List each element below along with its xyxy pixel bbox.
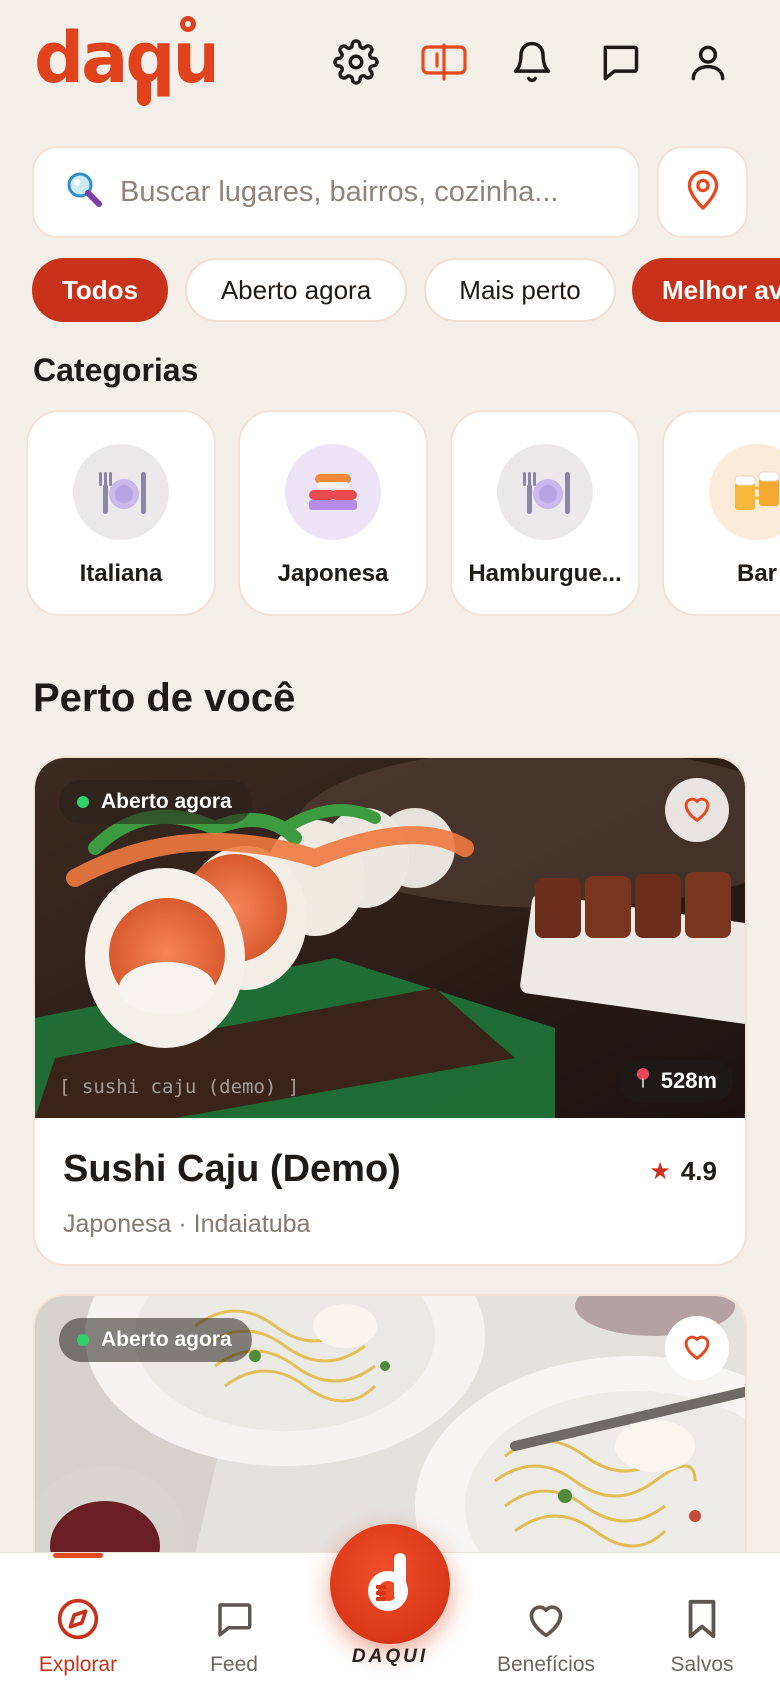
categories-title: Categorias <box>33 352 199 388</box>
restaurant-photo: Aberto agora <box>35 1296 745 1552</box>
bookmark-icon <box>684 1597 720 1641</box>
heart-icon <box>524 1597 568 1641</box>
category-label: Italiana <box>79 560 163 587</box>
filter-chips: Todos Aberto agora Mais perto Melhor av <box>0 258 780 324</box>
gear-icon <box>333 38 379 90</box>
search-icon <box>64 170 104 215</box>
nav-label: Feed <box>210 1653 258 1676</box>
messages-button[interactable] <box>592 36 648 92</box>
chip-melhor-avaliados[interactable]: Melhor av <box>632 258 780 322</box>
category-card-hamburguer[interactable]: Hamburgue... <box>450 410 640 616</box>
pin-icon <box>635 1067 651 1095</box>
profile-button[interactable] <box>680 36 736 92</box>
distance-badge: 528m <box>618 1060 733 1102</box>
favorite-button[interactable] <box>665 1316 729 1380</box>
nav-label: Salvos <box>670 1653 734 1676</box>
open-now-label: Aberto agora <box>101 1328 232 1351</box>
daqui-center-label: DAQUI <box>351 1646 429 1667</box>
rating: ★ 4.9 <box>649 1156 717 1187</box>
plate-cutlery-icon <box>73 444 169 540</box>
heart-icon <box>680 1331 714 1366</box>
nav-label: Benefícios <box>496 1653 596 1676</box>
location-pin-icon <box>685 169 721 216</box>
open-now-label: Aberto agora <box>101 790 232 813</box>
category-card-italiana[interactable]: Italiana <box>26 410 216 616</box>
favorite-button[interactable] <box>665 778 729 842</box>
chip-mais-perto[interactable]: Mais perto <box>424 258 616 322</box>
open-now-badge: Aberto agora <box>59 780 252 824</box>
bell-icon <box>510 40 554 89</box>
plate-cutlery-icon <box>497 444 593 540</box>
restaurant-card[interactable]: Aberto agora [ sushi caju (demo) ] 528m … <box>33 756 747 1266</box>
search-input[interactable] <box>120 175 600 209</box>
nav-beneficios[interactable]: Benefícios <box>481 1553 611 1688</box>
category-card-japonesa[interactable]: Japonesa <box>238 410 428 616</box>
chat-icon <box>213 1597 255 1641</box>
open-status-dot <box>77 1334 89 1346</box>
active-tab-indicator <box>53 1553 103 1558</box>
rating-value: 4.9 <box>680 1156 717 1186</box>
notifications-button[interactable] <box>504 36 560 92</box>
daqui-logo-icon <box>366 1551 414 1618</box>
categories-row: Italiana Japonesa Hamburgue... Bar <box>0 410 780 620</box>
nav-salvos[interactable]: Salvos <box>637 1553 767 1688</box>
category-label: Japonesa <box>277 560 389 587</box>
category-label: Hamburgue... <box>468 560 622 587</box>
compass-icon <box>56 1597 100 1641</box>
category-label: Bar <box>736 560 778 587</box>
app-header: daqui <box>0 0 780 130</box>
user-icon <box>686 40 730 89</box>
heart-icon <box>680 793 714 828</box>
photo-caption: [ sushi caju (demo) ] <box>59 1076 300 1098</box>
settings-button[interactable] <box>328 36 384 92</box>
search-row <box>32 146 748 238</box>
daqui-center-button[interactable] <box>330 1524 450 1644</box>
nav-label: Explorar <box>38 1653 118 1676</box>
restaurant-photo: Aberto agora [ sushi caju (demo) ] 528m <box>35 758 745 1118</box>
restaurant-card[interactable]: Aberto agora <box>33 1294 747 1552</box>
daqui-logo[interactable]: daqui <box>34 12 243 112</box>
category-card-bar[interactable]: Bar <box>662 410 780 616</box>
open-now-badge: Aberto agora <box>59 1318 252 1362</box>
open-status-dot <box>77 796 89 808</box>
star-icon: ★ <box>649 1158 671 1185</box>
chip-todos[interactable]: Todos <box>32 258 168 322</box>
chip-aberto-agora[interactable]: Aberto agora <box>185 258 407 322</box>
sushi-icon <box>285 444 381 540</box>
nearby-title: Perto de você <box>33 676 296 720</box>
map-icon <box>420 42 468 87</box>
distance-value: 528m <box>660 1068 717 1093</box>
nav-explorar[interactable]: Explorar <box>13 1553 143 1688</box>
nav-feed[interactable]: Feed <box>169 1553 299 1688</box>
restaurant-subtitle: Japonesa · Indaiatuba <box>63 1210 311 1238</box>
location-button[interactable] <box>657 146 748 238</box>
chat-icon <box>598 40 642 89</box>
restaurant-name: Sushi Caju (Demo) <box>63 1148 401 1190</box>
map-button[interactable] <box>416 36 472 92</box>
search-box[interactable] <box>32 146 640 238</box>
beer-icon <box>709 444 780 540</box>
